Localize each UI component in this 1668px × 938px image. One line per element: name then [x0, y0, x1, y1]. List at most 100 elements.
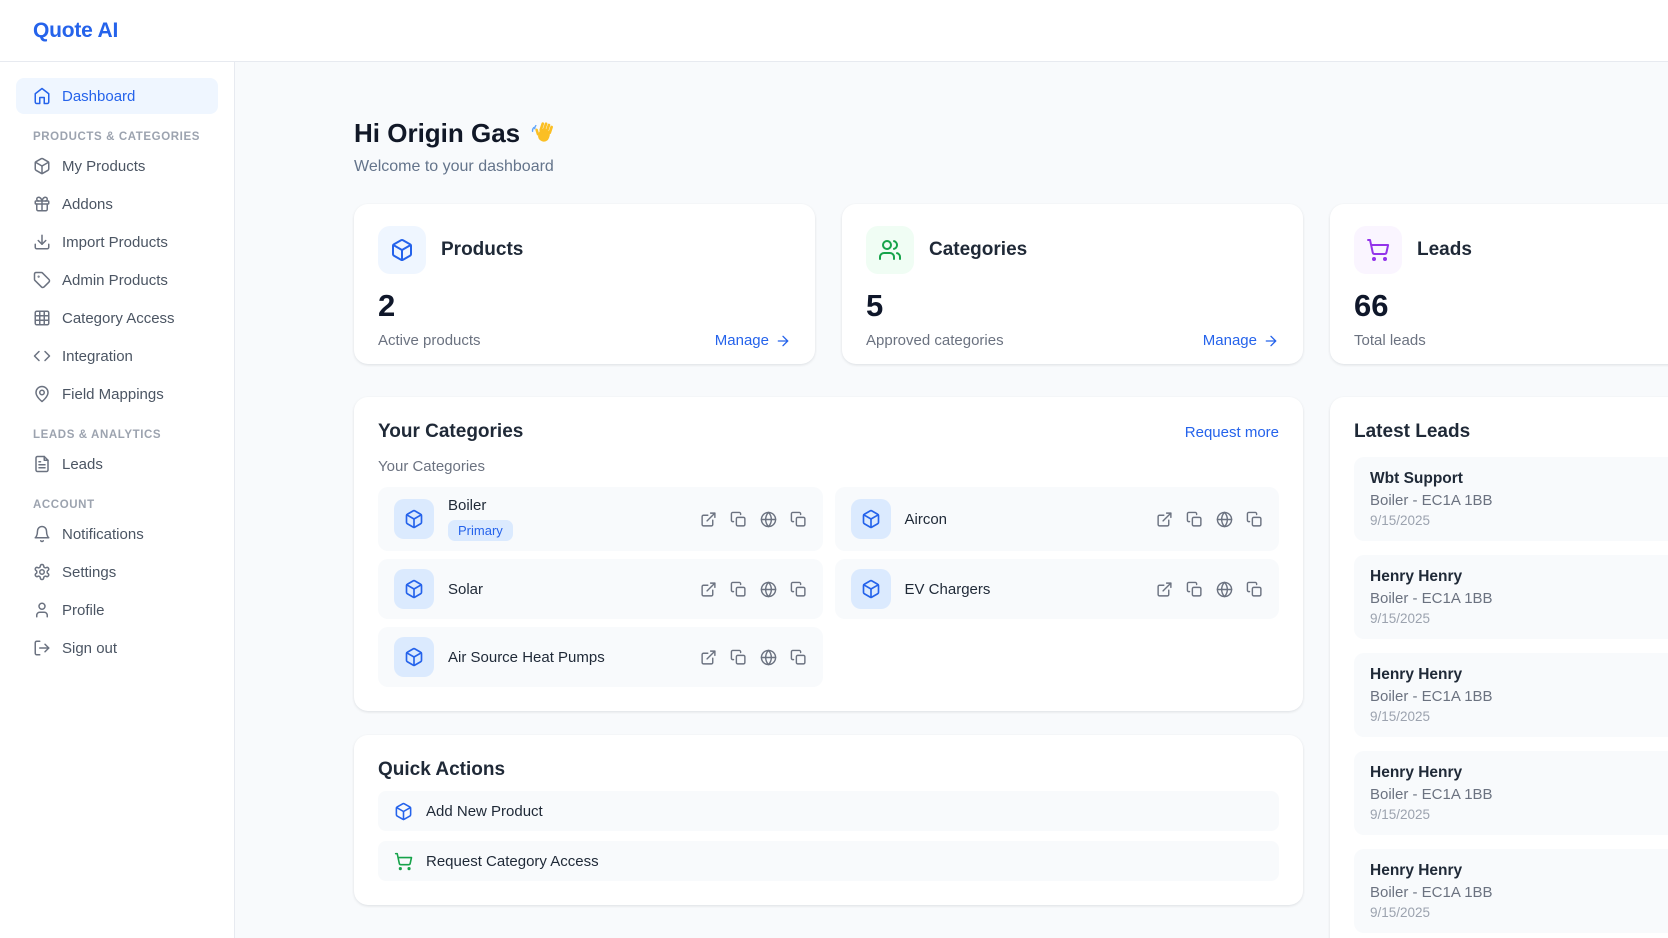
globe-icon[interactable]: [760, 511, 777, 528]
stat-value: 66: [1354, 290, 1668, 321]
category-name: Aircon: [905, 511, 948, 528]
globe-icon[interactable]: [1216, 511, 1233, 528]
download-icon: [33, 233, 51, 251]
external-link-icon[interactable]: [1156, 511, 1173, 528]
latest-leads-panel: Latest Leads Wbt Support Boiler - EC1A 1…: [1330, 397, 1668, 938]
category-name: Air Source Heat Pumps: [448, 649, 605, 666]
lead-date: 9/15/2025: [1370, 807, 1668, 822]
category-row-aircon: Aircon: [835, 487, 1280, 551]
sidebar-item-label: Sign out: [62, 640, 117, 657]
globe-icon[interactable]: [1216, 581, 1233, 598]
main-content: Hi Origin Gas Welcome to your dashboard: [235, 62, 1668, 938]
lead-card: Henry Henry Boiler - EC1A 1BB 9/15/2025: [1354, 751, 1668, 835]
external-link-icon[interactable]: [700, 649, 717, 666]
sidebar-item-label: Import Products: [62, 234, 168, 251]
copy-icon[interactable]: [790, 649, 807, 666]
lead-name: Henry Henry: [1370, 568, 1668, 586]
leads-icon-chip: [1354, 226, 1402, 274]
sidebar-item-sign-out[interactable]: Sign out: [16, 630, 218, 666]
stat-caption: Total leads: [1354, 332, 1426, 349]
external-link-icon[interactable]: [700, 581, 717, 598]
copy-icon[interactable]: [1246, 581, 1263, 598]
sidebar: Dashboard PRODUCTS & CATEGORIES My Produ…: [0, 62, 235, 938]
copy-icon[interactable]: [730, 511, 747, 528]
stat-card-products: Products 2 Active products Manage: [354, 204, 815, 364]
lead-detail: Boiler - EC1A 1BB: [1370, 688, 1668, 705]
sidebar-item-admin-products[interactable]: Admin Products: [16, 262, 218, 298]
category-name: EV Chargers: [905, 581, 991, 598]
quick-action-label: Request Category Access: [426, 853, 599, 870]
sidebar-item-label: Integration: [62, 348, 133, 365]
greeting-text: Hi Origin Gas: [354, 118, 520, 149]
category-name: Boiler: [448, 497, 513, 514]
package-icon: [390, 238, 414, 262]
lead-date: 9/15/2025: [1370, 905, 1668, 920]
sidebar-item-leads[interactable]: Leads: [16, 446, 218, 482]
copy-icon[interactable]: [730, 649, 747, 666]
sidebar-item-profile[interactable]: Profile: [16, 592, 218, 628]
copy-icon[interactable]: [790, 511, 807, 528]
add-new-product-button[interactable]: Add New Product: [378, 791, 1279, 831]
lead-detail: Boiler - EC1A 1BB: [1370, 786, 1668, 803]
file-text-icon: [33, 455, 51, 473]
manage-categories-link[interactable]: Manage: [1203, 332, 1279, 349]
lead-name: Henry Henry: [1370, 862, 1668, 880]
globe-icon[interactable]: [760, 581, 777, 598]
top-header: Quote AI: [0, 0, 1668, 62]
external-link-icon[interactable]: [1156, 581, 1173, 598]
lead-detail: Boiler - EC1A 1BB: [1370, 884, 1668, 901]
package-icon: [33, 157, 51, 175]
lead-name: Henry Henry: [1370, 666, 1668, 684]
lead-card: Henry Henry Boiler - EC1A 1BB 9/15/2025: [1354, 849, 1668, 933]
sidebar-item-import-products[interactable]: Import Products: [16, 224, 218, 260]
sidebar-item-notifications[interactable]: Notifications: [16, 516, 218, 552]
users-icon: [878, 238, 902, 262]
sidebar-item-label: Category Access: [62, 310, 175, 327]
package-icon: [861, 509, 881, 529]
external-link-icon[interactable]: [700, 511, 717, 528]
sidebar-item-category-access[interactable]: Category Access: [16, 300, 218, 336]
gift-icon: [33, 195, 51, 213]
waving-hand-icon: [530, 120, 558, 148]
copy-icon[interactable]: [730, 581, 747, 598]
app-logo[interactable]: Quote AI: [33, 19, 118, 43]
sidebar-item-label: Profile: [62, 602, 105, 619]
sidebar-item-my-products[interactable]: My Products: [16, 148, 218, 184]
package-icon: [404, 509, 424, 529]
lead-card: Henry Henry Boiler - EC1A 1BB 9/15/2025: [1354, 653, 1668, 737]
gear-icon: [33, 563, 51, 581]
lead-card: Wbt Support Boiler - EC1A 1BB 9/15/2025: [1354, 457, 1668, 541]
copy-icon[interactable]: [1186, 511, 1203, 528]
globe-icon[interactable]: [760, 649, 777, 666]
manage-products-link[interactable]: Manage: [715, 332, 791, 349]
request-more-link[interactable]: Request more: [1185, 424, 1279, 441]
stat-value: 2: [378, 290, 791, 321]
stat-card-leads: Leads 66 Total leads: [1330, 204, 1668, 364]
stat-caption: Approved categories: [866, 332, 1004, 349]
request-category-access-button[interactable]: Request Category Access: [378, 841, 1279, 881]
copy-icon[interactable]: [1246, 511, 1263, 528]
stat-card-categories: Categories 5 Approved categories Manage: [842, 204, 1303, 364]
arrow-right-icon: [1263, 333, 1279, 349]
sidebar-item-field-mappings[interactable]: Field Mappings: [16, 376, 218, 412]
sidebar-item-label: Leads: [62, 456, 103, 473]
category-icon-chip: [394, 499, 434, 539]
copy-icon[interactable]: [790, 581, 807, 598]
sidebar-item-integration[interactable]: Integration: [16, 338, 218, 374]
sidebar-item-settings[interactable]: Settings: [16, 554, 218, 590]
your-categories-subtitle: Your Categories: [378, 458, 1279, 475]
category-row-air-source-heat-pumps: Air Source Heat Pumps: [378, 627, 823, 687]
sidebar-item-addons[interactable]: Addons: [16, 186, 218, 222]
sidebar-item-label: Notifications: [62, 526, 144, 543]
categories-icon-chip: [866, 226, 914, 274]
primary-badge: Primary: [448, 520, 513, 541]
category-icon-chip: [851, 499, 891, 539]
stat-title: Categories: [929, 239, 1027, 261]
sidebar-item-label: Dashboard: [62, 88, 135, 105]
sidebar-item-dashboard[interactable]: Dashboard: [16, 78, 218, 114]
latest-leads-title: Latest Leads: [1354, 421, 1668, 443]
category-row-solar: Solar: [378, 559, 823, 619]
stat-value: 5: [866, 290, 1279, 321]
map-pin-icon: [33, 385, 51, 403]
copy-icon[interactable]: [1186, 581, 1203, 598]
